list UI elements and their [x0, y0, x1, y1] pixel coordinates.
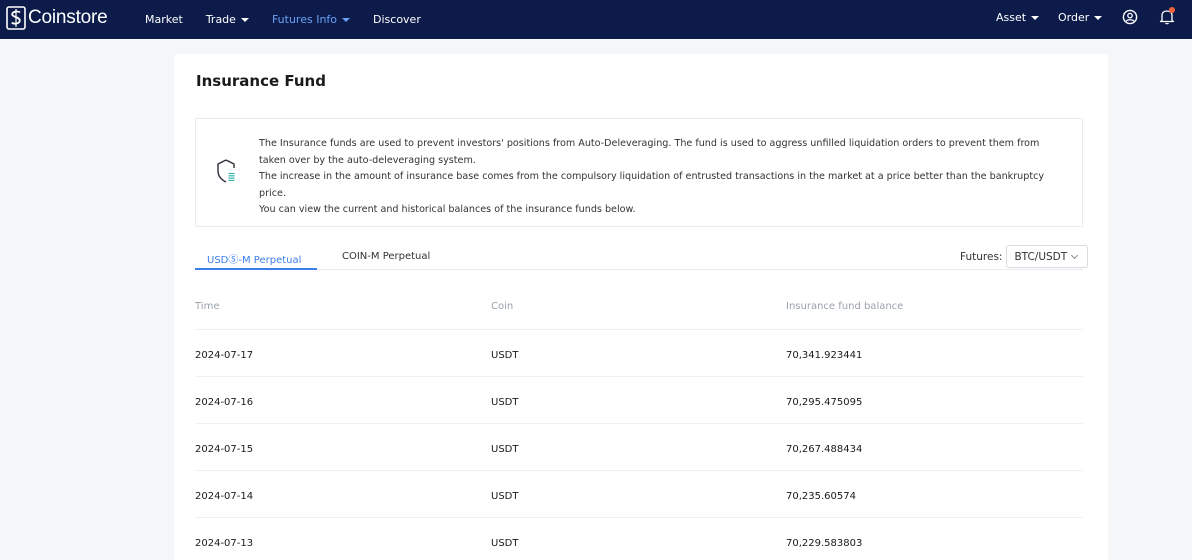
tab-coin-m-perpetual[interactable]: COIN-M Perpetual — [342, 251, 430, 262]
nav-item-futures-info[interactable]: Futures Info — [271, 13, 351, 26]
cell-balance: 70,341.923441 — [786, 350, 863, 361]
contract-tabs: USDⓈ-M Perpetual COIN-M Perpetual — [195, 242, 1083, 270]
notice-line: The increase in the amount of insurance … — [259, 171, 1045, 199]
nav-item-discover[interactable]: Discover — [373, 13, 421, 26]
bell-icon[interactable] — [1157, 6, 1177, 26]
user-circle-icon[interactable] — [1122, 9, 1138, 25]
brand-name: Coinstore — [28, 7, 108, 28]
cell-coin: USDT — [491, 397, 519, 408]
table-row: 2024-07-13 USDT 70,229.583803 — [195, 518, 1083, 560]
nav-item-order[interactable]: Order — [1058, 11, 1103, 24]
main-nav: Market Trade Futures Info Discover — [145, 0, 444, 39]
cell-balance: 70,267.488434 — [786, 444, 863, 455]
cell-time: 2024-07-15 — [195, 444, 254, 455]
nav-item-label: Market — [145, 13, 183, 26]
page-title: Insurance Fund — [196, 72, 326, 90]
cell-coin: USDT — [491, 491, 519, 502]
futures-selector: Futures: BTC/USDT — [960, 245, 1089, 268]
table-row: 2024-07-16 USDT 70,295.475095 — [195, 377, 1083, 424]
column-header-balance: Insurance fund balance — [786, 301, 904, 312]
caret-down-icon — [342, 17, 351, 22]
table-header-row: Time Coin Insurance fund balance — [195, 284, 1083, 330]
cell-coin: USDT — [491, 444, 519, 455]
nav-item-asset[interactable]: Asset — [996, 11, 1040, 24]
cell-balance: 70,229.583803 — [786, 538, 863, 549]
cell-time: 2024-07-17 — [195, 350, 254, 361]
top-navigation: Coinstore Market Trade Futures Info Disc… — [0, 0, 1192, 39]
futures-dropdown[interactable]: BTC/USDT — [1006, 245, 1089, 268]
tab-usds-m-perpetual[interactable]: USDⓈ-M Perpetual — [207, 251, 301, 266]
nav-item-label: Order — [1058, 11, 1090, 24]
table-row: 2024-07-15 USDT 70,267.488434 — [195, 424, 1083, 471]
caret-down-icon — [1094, 15, 1103, 20]
chevron-down-icon — [1071, 251, 1079, 259]
cell-balance: 70,295.475095 — [786, 397, 863, 408]
column-header-coin: Coin — [491, 301, 514, 312]
notification-dot — [1169, 7, 1175, 13]
cell-coin: USDT — [491, 350, 519, 361]
info-notice: The Insurance funds are used to prevent … — [195, 118, 1083, 227]
cell-time: 2024-07-14 — [195, 491, 254, 502]
notice-line: You can view the current and historical … — [259, 204, 636, 215]
brand-logo[interactable]: Coinstore — [6, 6, 108, 30]
futures-label: Futures: — [960, 250, 1003, 263]
cell-balance: 70,235.60574 — [786, 491, 856, 502]
nav-item-trade[interactable]: Trade — [206, 13, 249, 26]
insurance-fund-table: Time Coin Insurance fund balance 2024-07… — [195, 284, 1083, 560]
table-row: 2024-07-17 USDT 70,341.923441 — [195, 330, 1083, 377]
caret-down-icon — [240, 17, 249, 22]
cell-coin: USDT — [491, 538, 519, 549]
cell-time: 2024-07-13 — [195, 538, 254, 549]
shield-icon — [217, 159, 235, 183]
nav-item-label: Futures Info — [271, 13, 338, 26]
coinstore-logo-icon — [6, 6, 26, 30]
nav-item-label: Discover — [373, 13, 421, 26]
caret-down-icon — [1031, 15, 1040, 20]
nav-item-label: Trade — [205, 13, 236, 26]
active-tab-indicator — [195, 268, 317, 270]
notice-line: The Insurance funds are used to prevent … — [259, 138, 1040, 166]
notice-text: The Insurance funds are used to prevent … — [259, 136, 1069, 219]
nav-item-label: Asset — [996, 11, 1027, 24]
column-header-time: Time — [195, 301, 220, 312]
futures-selected-value: BTC/USDT — [1014, 250, 1068, 263]
cell-time: 2024-07-16 — [195, 397, 254, 408]
table-row: 2024-07-14 USDT 70,235.60574 — [195, 471, 1083, 518]
insurance-fund-card: Insurance Fund The Insurance funds are u… — [174, 54, 1108, 560]
nav-item-market[interactable]: Market — [145, 13, 183, 26]
